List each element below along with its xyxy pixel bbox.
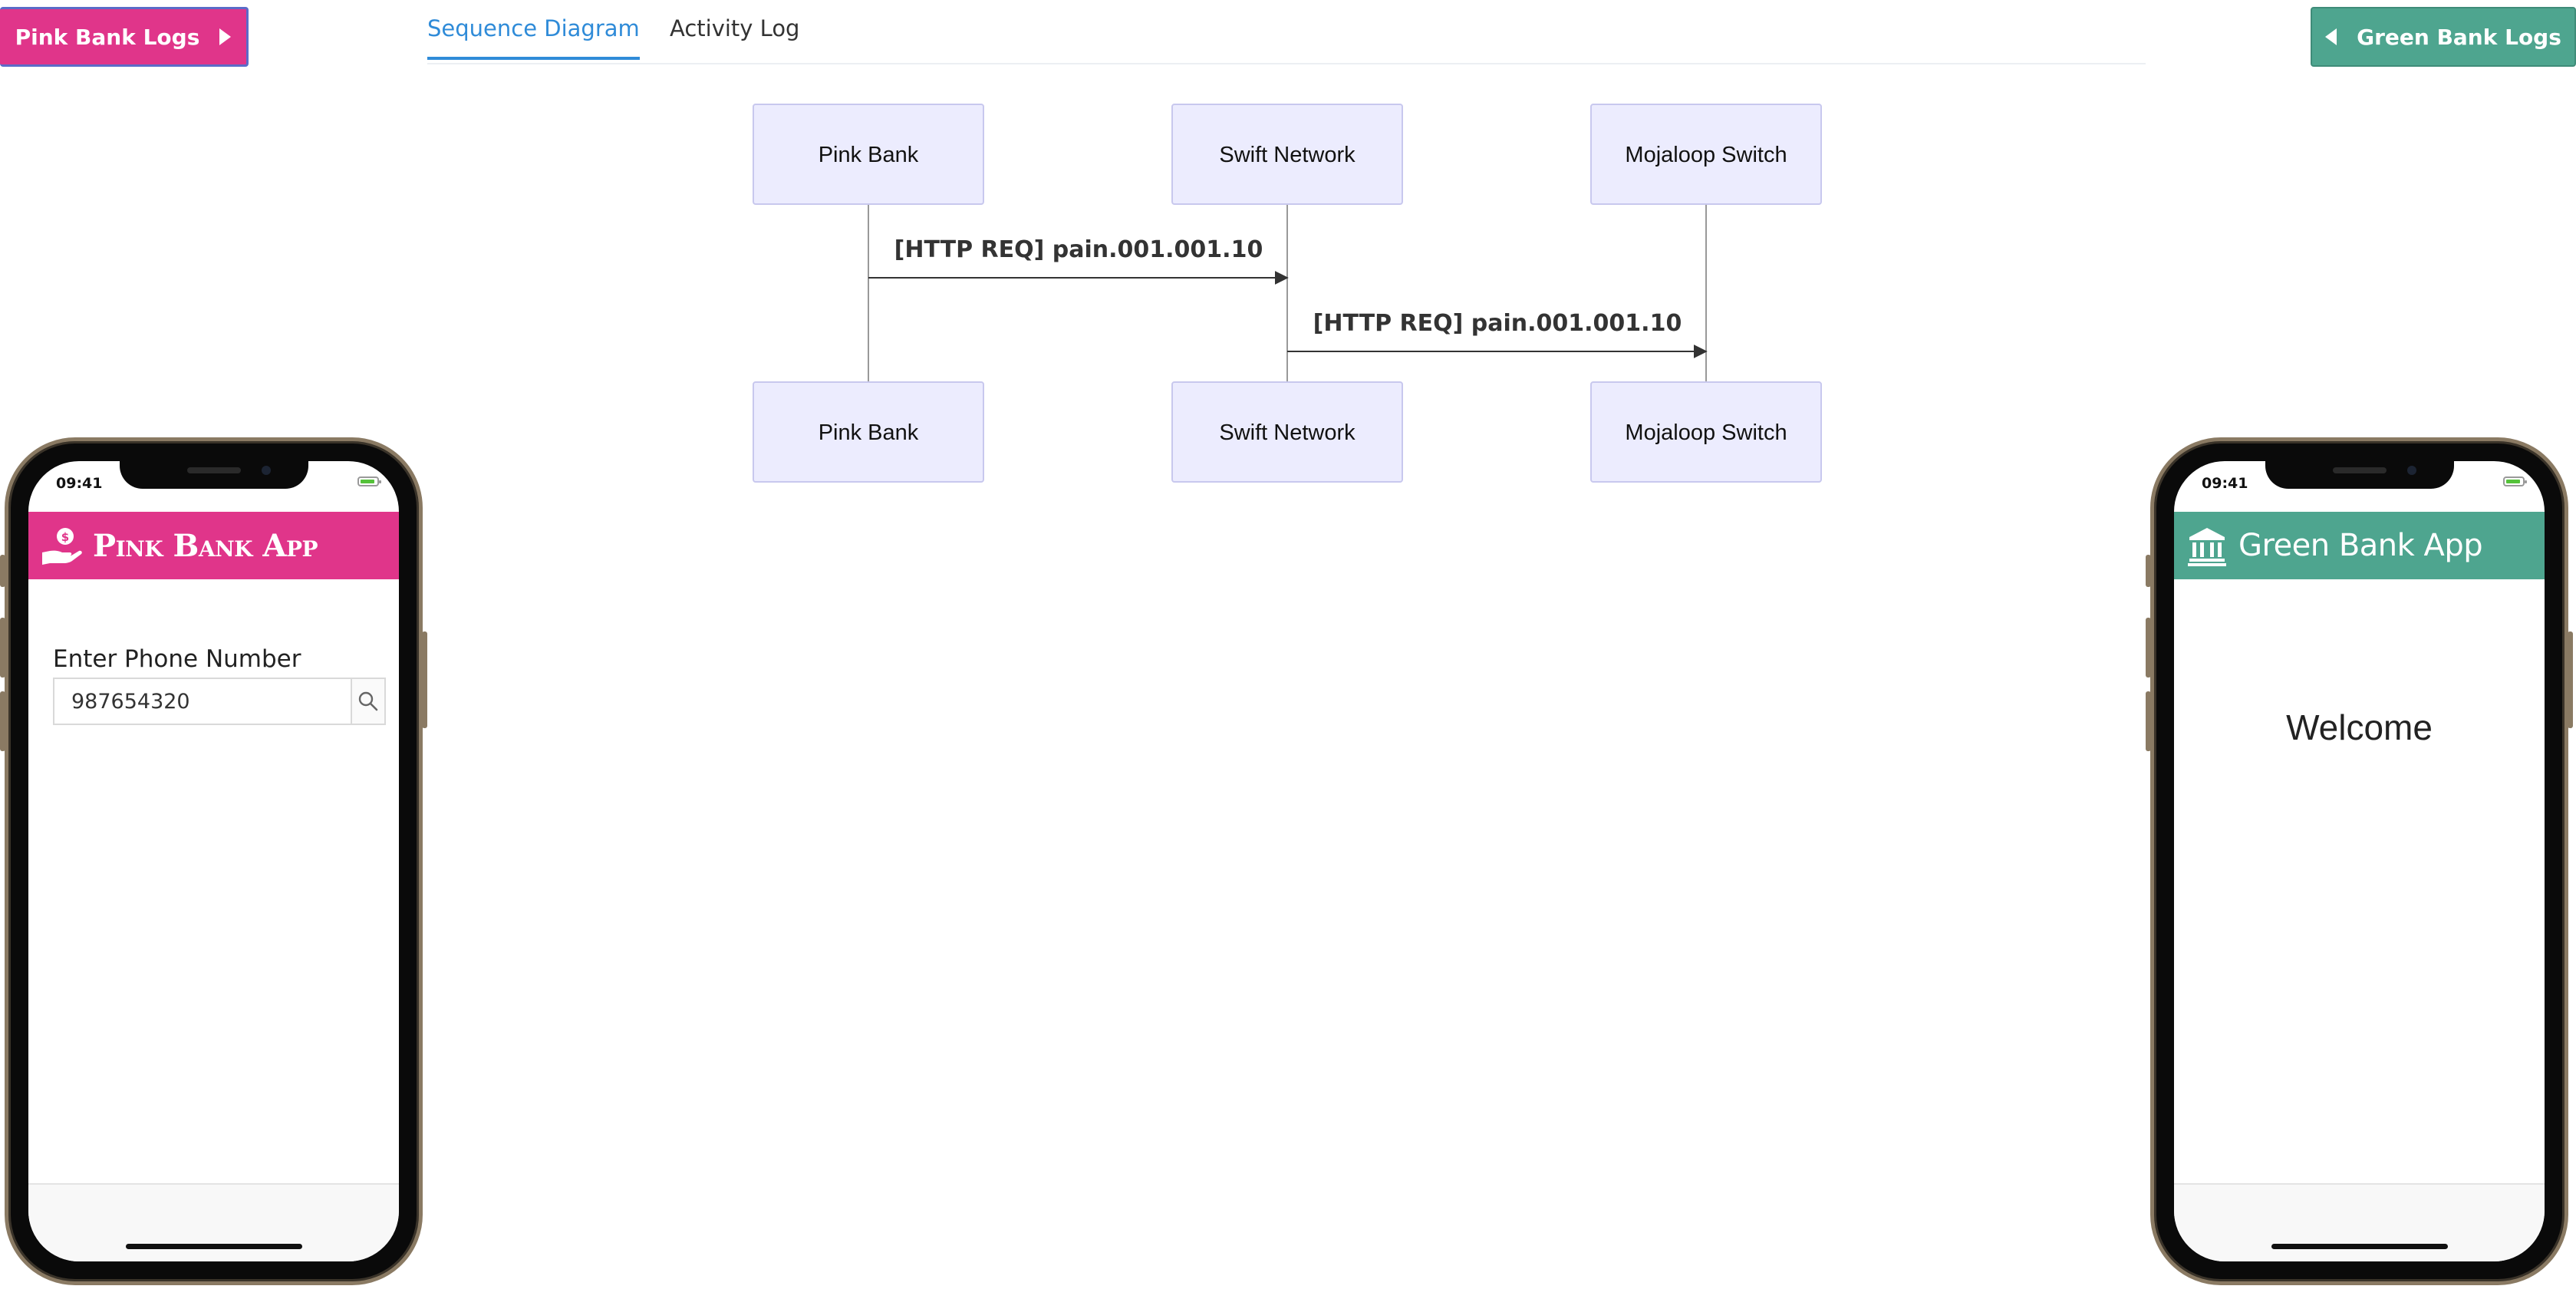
message-label: [HTTP REQ] pain.001.001.10 bbox=[1313, 310, 1682, 337]
phone-power-button bbox=[2568, 631, 2573, 728]
message-1: [HTTP REQ] pain.001.001.10 bbox=[868, 236, 1289, 285]
phone-volume-down bbox=[2146, 691, 2151, 751]
phone-number-label: Enter Phone Number bbox=[53, 645, 301, 673]
status-time: 09:41 bbox=[56, 475, 103, 492]
home-indicator[interactable] bbox=[125, 1244, 302, 1249]
search-icon bbox=[358, 691, 378, 711]
pink-phone-screen: 09:41 $ Pink Bank App Enter Phone Number bbox=[28, 461, 399, 1261]
phone-mute-switch bbox=[2146, 555, 2151, 587]
status-time: 09:41 bbox=[2202, 475, 2248, 492]
participant-mojaloop-switch-top: Mojaloop Switch bbox=[1590, 104, 1822, 205]
green-app-header: Green Bank App bbox=[2174, 512, 2545, 579]
app-title: Green Bank App bbox=[2238, 528, 2483, 563]
home-indicator[interactable] bbox=[2271, 1244, 2448, 1249]
participant-label: Swift Network bbox=[1219, 143, 1356, 167]
participant-swift-network-top: Swift Network bbox=[1171, 104, 1403, 205]
phone-search-group bbox=[53, 678, 386, 725]
hand-coin-icon: $ bbox=[42, 528, 82, 565]
welcome-text: Welcome bbox=[2286, 707, 2433, 747]
message-label: [HTTP REQ] pain.001.001.10 bbox=[894, 236, 1263, 263]
home-bar-area bbox=[28, 1183, 399, 1261]
speaker-icon bbox=[186, 467, 241, 473]
battery-icon bbox=[357, 476, 381, 486]
participant-label: Mojaloop Switch bbox=[1625, 420, 1787, 445]
camera-icon bbox=[2406, 466, 2416, 475]
phone-volume-down bbox=[0, 691, 5, 751]
participant-swift-network-bottom: Swift Network bbox=[1171, 381, 1403, 483]
participant-label: Mojaloop Switch bbox=[1625, 143, 1787, 167]
message-2: [HTTP REQ] pain.001.001.10 bbox=[1287, 310, 1708, 358]
phone-notch bbox=[119, 461, 308, 489]
app-title: Pink Bank App bbox=[93, 527, 318, 564]
phone-notch bbox=[2265, 461, 2454, 489]
phone-power-button bbox=[422, 631, 427, 728]
svg-text:$: $ bbox=[61, 530, 69, 544]
participant-mojaloop-switch-bottom: Mojaloop Switch bbox=[1590, 381, 1822, 483]
participant-pink-bank-bottom: Pink Bank bbox=[753, 381, 984, 483]
camera-icon bbox=[261, 466, 271, 475]
phone-number-input[interactable] bbox=[54, 679, 351, 724]
participant-pink-bank-top: Pink Bank bbox=[753, 104, 984, 205]
phone-mute-switch bbox=[0, 555, 5, 587]
phone-volume-up bbox=[2146, 618, 2151, 678]
bank-icon bbox=[2188, 528, 2226, 566]
phone-volume-up bbox=[0, 618, 5, 678]
search-button[interactable] bbox=[351, 679, 384, 724]
home-bar-area bbox=[2174, 1183, 2545, 1261]
pink-bank-phone: 09:41 $ Pink Bank App Enter Phone Number bbox=[0, 437, 427, 1285]
participant-label: Pink Bank bbox=[819, 143, 919, 167]
green-bank-phone: 09:41 Green Bank App Welcome bbox=[2146, 437, 2573, 1285]
participant-label: Pink Bank bbox=[819, 420, 919, 445]
speaker-icon bbox=[2332, 467, 2387, 473]
green-phone-screen: 09:41 Green Bank App Welcome bbox=[2174, 461, 2545, 1261]
participant-label: Swift Network bbox=[1219, 420, 1356, 445]
battery-icon bbox=[2503, 476, 2527, 486]
pink-app-header: $ Pink Bank App bbox=[28, 512, 399, 579]
